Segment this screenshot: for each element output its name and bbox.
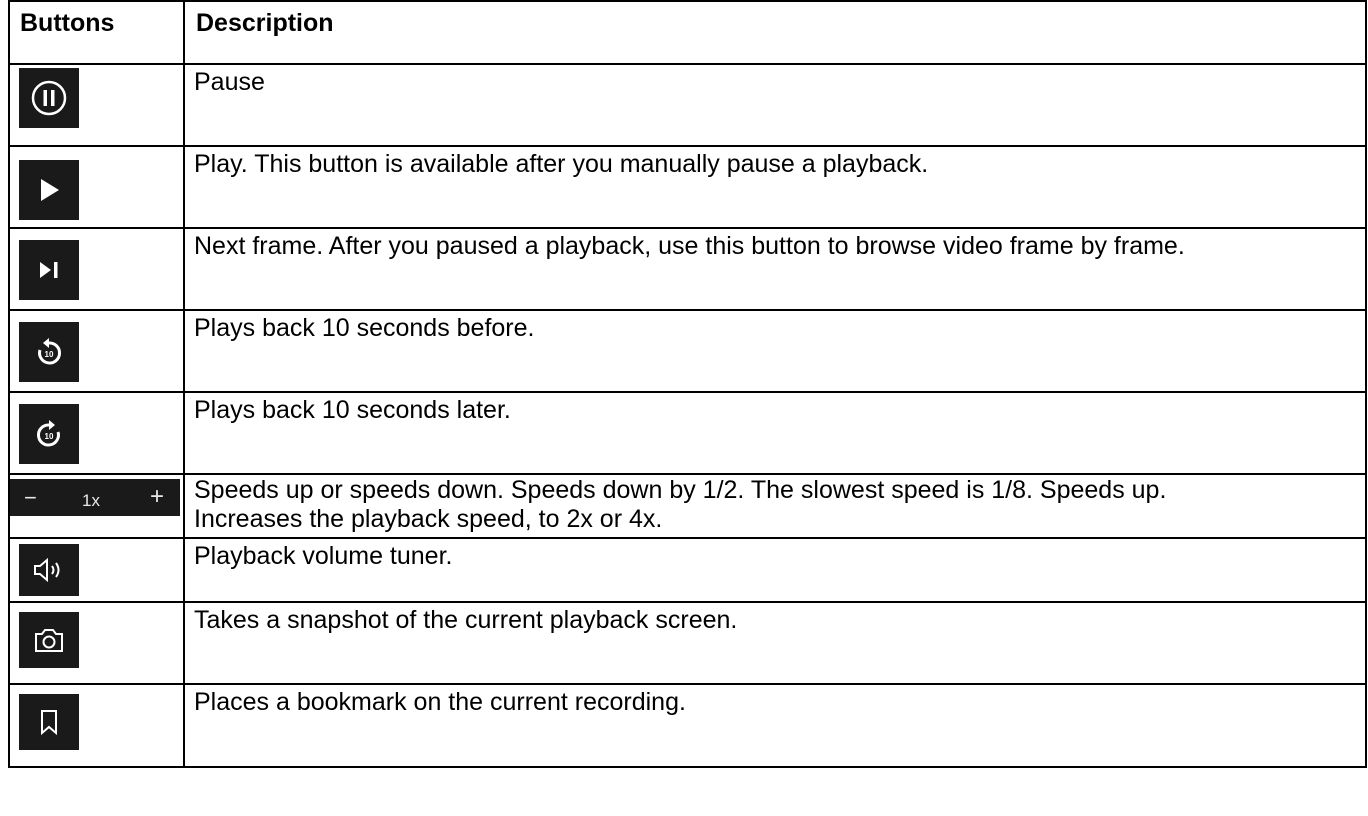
row-description: Places a bookmark on the current recordi…: [194, 688, 686, 716]
forward-10-icon: 10: [19, 404, 79, 464]
camera-icon: [19, 612, 79, 668]
table-row: Pause: [8, 63, 1367, 147]
description-cell: Plays back 10 seconds before.: [183, 309, 1367, 393]
button-cell: − 1x +: [8, 473, 185, 539]
header-buttons: Buttons: [8, 0, 185, 65]
table-row: − 1x + Speeds up or speeds down. Speeds …: [8, 473, 1367, 539]
row-description: Takes a snapshot of the current playback…: [194, 606, 738, 634]
header-description-label: Description: [196, 9, 334, 37]
row-description: Play. This button is available after you…: [194, 150, 929, 178]
table-row: Play. This button is available after you…: [8, 145, 1367, 229]
table-row: 10 Plays back 10 seconds later.: [8, 391, 1367, 475]
table-row: Takes a snapshot of the current playback…: [8, 601, 1367, 685]
description-cell: Playback volume tuner.: [183, 537, 1367, 603]
description-cell: Places a bookmark on the current recordi…: [183, 683, 1367, 768]
button-cell: [8, 227, 185, 311]
table-row: 10 Plays back 10 seconds before.: [8, 309, 1367, 393]
table-header-row: Buttons Description: [8, 0, 1367, 65]
rewind-10-icon: 10: [19, 322, 79, 382]
table-row: Next frame. After you paused a playback,…: [8, 227, 1367, 311]
description-cell: Next frame. After you paused a playback,…: [183, 227, 1367, 311]
button-cell: [8, 537, 185, 603]
description-cell: Play. This button is available after you…: [183, 145, 1367, 229]
description-cell: Takes a snapshot of the current playback…: [183, 601, 1367, 685]
button-cell: 10: [8, 391, 185, 475]
row-description: Speeds up or speeds down. Speeds down by…: [194, 476, 1167, 533]
row-description: Next frame. After you paused a playback,…: [194, 232, 1185, 260]
play-icon: [19, 160, 79, 220]
speed-minus-icon: −: [24, 485, 37, 510]
svg-text:10: 10: [45, 350, 54, 359]
button-cell: 10: [8, 309, 185, 393]
button-cell: [8, 145, 185, 229]
header-description: Description: [183, 0, 1367, 65]
description-cell: Speeds up or speeds down. Speeds down by…: [183, 473, 1367, 539]
speed-value: 1x: [82, 491, 100, 510]
button-cell: [8, 683, 185, 768]
bookmark-icon: [19, 694, 79, 750]
button-cell: [8, 63, 185, 147]
description-cell: Pause: [183, 63, 1367, 147]
row-description: Plays back 10 seconds later.: [194, 396, 511, 424]
row-description: Plays back 10 seconds before.: [194, 314, 535, 342]
description-cell: Plays back 10 seconds later.: [183, 391, 1367, 475]
button-cell: [8, 601, 185, 685]
pause-icon: [19, 68, 79, 128]
table-row: Playback volume tuner.: [8, 537, 1367, 603]
row-description: Playback volume tuner.: [194, 542, 453, 570]
buttons-table: Buttons Description Pause Play. This but…: [8, 0, 1367, 768]
speed-control: − 1x +: [10, 479, 180, 516]
speed-plus-icon: +: [150, 483, 165, 510]
next-frame-icon: [19, 240, 79, 300]
volume-icon: [19, 544, 79, 596]
header-buttons-label: Buttons: [20, 9, 115, 37]
row-description: Pause: [194, 68, 265, 96]
svg-text:10: 10: [45, 432, 54, 441]
table-row: Places a bookmark on the current recordi…: [8, 683, 1367, 768]
